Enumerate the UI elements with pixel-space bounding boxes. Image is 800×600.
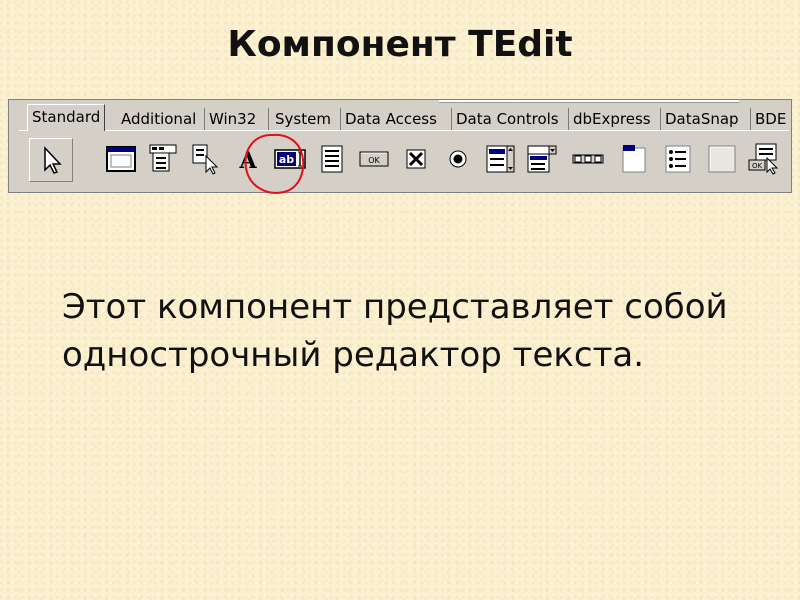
tab-bde[interactable]: BDE (751, 108, 791, 130)
tab-data-controls[interactable]: Data Controls (452, 108, 569, 130)
panel-icon[interactable] (705, 142, 739, 176)
actionlist-glyph: OK (752, 162, 763, 170)
button-icon[interactable]: OK (357, 142, 391, 176)
pointer-tool-button[interactable] (29, 138, 73, 182)
tab-standard[interactable]: Standard (27, 104, 105, 131)
slide-description: Этот компонент представляет собой одност… (62, 287, 728, 375)
listbox-icon[interactable] (483, 142, 517, 176)
frame-icon[interactable] (104, 142, 138, 176)
tab-data-access[interactable]: Data Access (341, 108, 452, 130)
component-icons: A ab OK OK (29, 136, 791, 184)
tab-system[interactable]: System (271, 108, 341, 130)
popup-menu-icon[interactable] (189, 142, 223, 176)
checkbox-icon[interactable] (399, 142, 433, 176)
radio-button-icon[interactable] (441, 142, 475, 176)
radiogroup-icon[interactable] (661, 142, 695, 176)
palette-tabstrip: Standard Additional Win32 System Data Ac… (27, 104, 791, 131)
highlight-stroke (244, 133, 305, 194)
combobox-icon[interactable] (525, 142, 559, 176)
main-menu-icon[interactable] (147, 142, 181, 176)
groupbox-icon[interactable] (617, 142, 651, 176)
toolbar-edge (439, 100, 739, 103)
edit-highlight-circle (244, 133, 305, 194)
tab-additional[interactable]: Additional (117, 108, 205, 130)
component-palette: Standard Additional Win32 System Data Ac… (8, 99, 792, 193)
actionlist-icon[interactable]: OK (747, 142, 781, 176)
scrollbar-icon[interactable] (571, 142, 605, 176)
slide-title: Компонент TEdit (227, 24, 573, 65)
tab-datasnap[interactable]: DataSnap (661, 108, 751, 130)
button-glyph: OK (368, 156, 380, 165)
tab-win32[interactable]: Win32 (205, 108, 269, 130)
tab-underline (19, 130, 789, 131)
memo-icon[interactable] (315, 142, 349, 176)
pointer-arrow-icon (44, 146, 62, 174)
tab-dbexpress[interactable]: dbExpress (569, 108, 661, 130)
